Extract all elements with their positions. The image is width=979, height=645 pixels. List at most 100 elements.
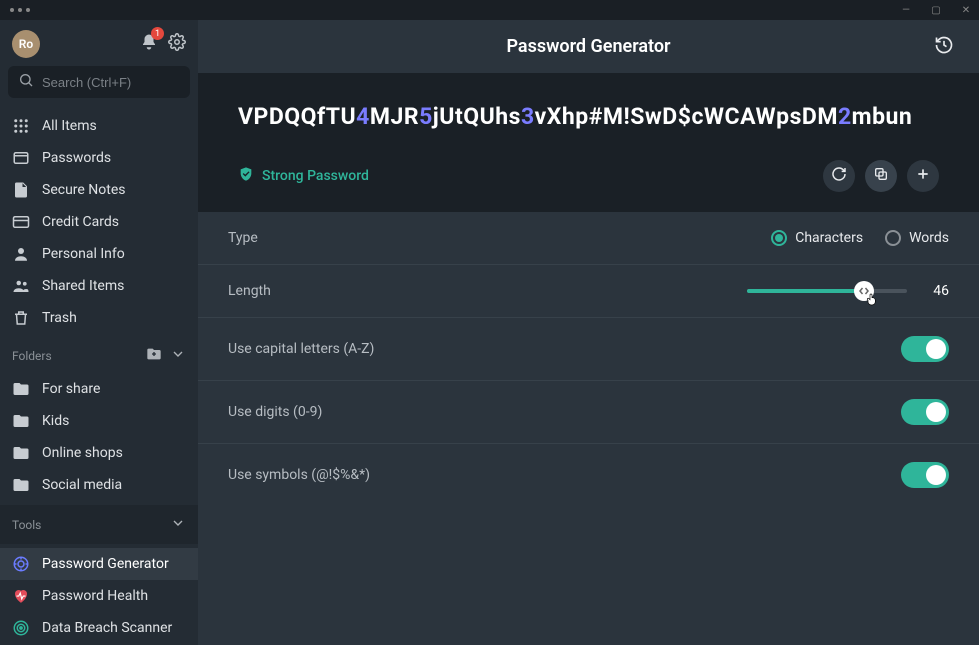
notifications-button[interactable]: 1 — [140, 33, 158, 55]
type-characters-radio[interactable]: Characters — [771, 230, 863, 246]
tools-header-label: Tools — [12, 518, 41, 532]
search-box[interactable] — [8, 66, 190, 98]
folder-icon — [12, 380, 30, 398]
folders-header[interactable]: Folders — [0, 338, 198, 369]
copy-button[interactable] — [865, 160, 897, 192]
trash-icon — [12, 309, 30, 327]
chevron-down-icon[interactable] — [170, 515, 186, 534]
tool-label: Password Generator — [42, 556, 169, 572]
person-icon — [12, 245, 30, 263]
folder-icon — [12, 476, 30, 494]
history-icon — [934, 35, 954, 59]
folder-item-for-share[interactable]: For share — [0, 373, 198, 405]
sidebar-item-label: Shared Items — [42, 278, 124, 294]
refresh-icon — [831, 166, 847, 186]
sidebar: Ro 1 — [0, 20, 198, 645]
length-label: Length — [228, 283, 271, 299]
titlebar: — ▢ ✕ — [0, 0, 979, 20]
tool-item-password-generator[interactable]: Password Generator — [0, 548, 198, 580]
folder-icon — [12, 412, 30, 430]
sidebar-item-secure-notes[interactable]: Secure Notes — [0, 174, 198, 206]
sidebar-item-shared-items[interactable]: Shared Items — [0, 270, 198, 302]
capitals-toggle[interactable] — [901, 336, 949, 362]
tool-item-data-breach-scanner[interactable]: Data Breach Scanner — [0, 612, 198, 644]
option-length: Length 46 — [198, 265, 979, 318]
length-slider[interactable] — [747, 289, 907, 293]
globe-icon — [12, 149, 30, 167]
sidebar-item-label: Secure Notes — [42, 182, 126, 198]
tool-label: Password Health — [42, 588, 148, 604]
sidebar-item-label: Credit Cards — [42, 214, 119, 230]
sidebar-item-trash[interactable]: Trash — [0, 302, 198, 334]
folder-icon — [12, 444, 30, 462]
folder-item-kids[interactable]: Kids — [0, 405, 198, 437]
save-button[interactable] — [907, 160, 939, 192]
add-folder-icon[interactable] — [146, 346, 162, 365]
capitals-label: Use capital letters (A-Z) — [228, 341, 374, 357]
digits-toggle[interactable] — [901, 399, 949, 425]
folder-label: Kids — [42, 413, 69, 429]
shield-icon — [238, 166, 254, 186]
sidebar-item-label: Personal Info — [42, 246, 125, 262]
symbols-toggle[interactable] — [901, 462, 949, 488]
history-button[interactable] — [931, 34, 957, 60]
symbols-label: Use symbols (@!$%&*) — [228, 467, 370, 483]
settings-button[interactable] — [168, 33, 186, 55]
digits-label: Use digits (0-9) — [228, 404, 322, 420]
card-icon — [12, 213, 30, 231]
folder-label: Online shops — [42, 445, 123, 461]
tool-item-password-health[interactable]: Password Health — [0, 580, 198, 612]
tools-header[interactable]: Tools — [0, 505, 198, 544]
strength-indicator: Strong Password — [238, 166, 369, 186]
strength-label: Strong Password — [262, 168, 369, 184]
note-icon — [12, 181, 30, 199]
chevron-down-icon[interactable] — [170, 346, 186, 365]
avatar[interactable]: Ro — [12, 30, 40, 58]
sidebar-item-label: Passwords — [42, 150, 111, 166]
sidebar-item-all-items[interactable]: All Items — [0, 110, 198, 142]
titlebar-dots — [6, 8, 30, 12]
people-icon — [12, 277, 30, 295]
tool-icon — [12, 587, 30, 605]
folder-label: Social media — [42, 477, 122, 493]
password-panel: VPDQQfTU4MJR5jUtQUhs3vXhp#M!SwD$cWCAWpsD… — [198, 73, 979, 212]
sidebar-item-personal-info[interactable]: Personal Info — [0, 238, 198, 270]
radio-unselected-icon — [885, 230, 901, 246]
sidebar-item-credit-cards[interactable]: Credit Cards — [0, 206, 198, 238]
option-symbols: Use symbols (@!$%&*) — [198, 444, 979, 506]
folder-item-social-media[interactable]: Social media — [0, 469, 198, 501]
type-words-radio[interactable]: Words — [885, 230, 949, 246]
grid-icon — [12, 117, 30, 135]
folder-label: For share — [42, 381, 100, 397]
search-icon — [18, 72, 34, 92]
window-maximize[interactable]: ▢ — [929, 5, 943, 16]
option-type: Type Characters Words — [198, 212, 979, 265]
copy-icon — [873, 166, 889, 186]
length-value: 46 — [925, 283, 949, 299]
sidebar-item-label: All Items — [42, 118, 97, 134]
option-capitals: Use capital letters (A-Z) — [198, 318, 979, 381]
plus-icon — [915, 166, 931, 186]
sidebar-item-passwords[interactable]: Passwords — [0, 142, 198, 174]
radio-label: Characters — [795, 230, 863, 246]
tool-icon — [12, 619, 30, 637]
window-minimize[interactable]: — — [899, 5, 913, 16]
gear-icon — [168, 36, 186, 55]
radio-label: Words — [909, 230, 949, 246]
slider-thumb-icon[interactable] — [854, 281, 874, 301]
page-title: Password Generator — [506, 36, 670, 57]
radio-selected-icon — [771, 230, 787, 246]
sidebar-item-label: Trash — [42, 310, 77, 326]
generator-options: Type Characters Words Length — [198, 212, 979, 506]
window-close[interactable]: ✕ — [959, 5, 973, 16]
option-digits: Use digits (0-9) — [198, 381, 979, 444]
tool-icon — [12, 555, 30, 573]
regenerate-button[interactable] — [823, 160, 855, 192]
generated-password[interactable]: VPDQQfTU4MJR5jUtQUhs3vXhp#M!SwD$cWCAWpsD… — [238, 103, 939, 130]
folders-header-label: Folders — [12, 349, 52, 363]
type-label: Type — [228, 230, 258, 246]
search-input[interactable] — [42, 75, 198, 90]
main-panel: Password Generator VPDQQfTU4MJR5jUtQUhs3… — [198, 20, 979, 645]
folder-item-online-shops[interactable]: Online shops — [0, 437, 198, 469]
notification-badge: 1 — [151, 27, 164, 40]
